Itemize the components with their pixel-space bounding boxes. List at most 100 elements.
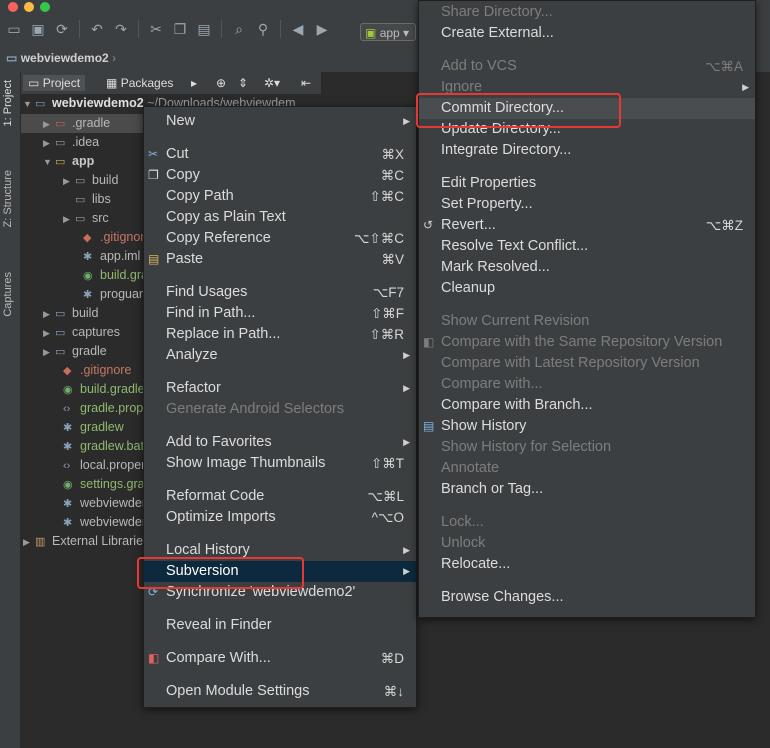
tree-item-build[interactable]: ▶ ▭ build [43,304,98,323]
menu-item-optimize-imports[interactable]: Optimize Imports ^⌥O [144,507,416,528]
tree-item-build-gradle[interactable]: ◉ build.gradle [63,380,145,399]
minimize-window-button[interactable] [24,2,34,12]
submenu-integrate-directory[interactable]: Integrate Directory... [419,140,755,161]
submenu-create-external[interactable]: Create External... [419,23,755,44]
tree-item-external-libraries[interactable]: ▶ ▥ External Libraries [23,532,149,551]
menu-item-refactor[interactable]: Refactor ▶ [144,378,416,399]
scroll-from-source-icon[interactable]: ⊕ [211,75,231,91]
tree-item-app-build[interactable]: ▶ ▭ build [63,171,118,190]
submenu-update-directory[interactable]: Update Directory... [419,119,755,140]
menu-item-local-history[interactable]: Local History ▶ [144,540,416,561]
close-window-button[interactable] [8,2,18,12]
find-icon[interactable]: ⌕ [229,20,249,38]
submenu-revert[interactable]: ↺ Revert... ⌥⌘Z [419,215,755,236]
project-tool-tab[interactable]: 1: Project [2,80,14,126]
paste-icon[interactable]: ▤ [194,20,214,38]
copy-icon[interactable]: ❐ [170,20,190,38]
folder-icon: ▭ [55,346,66,358]
submenu-compare-with-branch[interactable]: Compare with Branch... [419,395,755,416]
tree-item-app-gitignore[interactable]: ◆ .gitignore [83,228,151,247]
tree-item-gradlew[interactable]: ✱ gradlew [63,418,124,437]
menu-item-reformat-code[interactable]: Reformat Code ⌥⌘L [144,486,416,507]
menu-item-label: Add to Favorites [166,434,272,450]
submenu-show-history[interactable]: ▤ Show History [419,416,755,437]
tree-item-gradle[interactable]: ▶ ▭ gradle [43,342,107,361]
menu-item-reveal-in-finder[interactable]: Reveal in Finder [144,615,416,636]
tree-item-app[interactable]: ▼ ▭ app [43,152,94,171]
tree-item-gradlew-bat[interactable]: ✱ gradlew.bat [63,437,144,456]
breadcrumb[interactable]: ▭ webviewdemo2 › [6,51,116,65]
menu-item-shortcut: ⌘V [381,252,404,267]
menu-item-new[interactable]: New ▶ [144,111,416,132]
hide-panel-icon[interactable]: ⇤ [296,75,316,91]
forward-icon[interactable]: ▶ [312,20,332,38]
tree-item-src[interactable]: ▶ ▭ src [63,209,109,228]
submenu-commit-directory[interactable]: Commit Directory... [419,98,755,119]
menu-item-paste[interactable]: ▤ Paste ⌘V [144,249,416,270]
menu-item-shortcut: ⌘C [380,168,404,183]
menu-item-copy-reference[interactable]: Copy Reference ⌥⇧⌘C [144,228,416,249]
menu-item-show-image-thumbnails[interactable]: Show Image Thumbnails ⇧⌘T [144,453,416,474]
tree-item-idea[interactable]: ▶ ▭ .idea [43,133,99,152]
menu-item-find-in-path[interactable]: Find in Path... ⇧⌘F [144,303,416,324]
tree-item-gitignore[interactable]: ◆ .gitignore [63,361,131,380]
menu-item-find-usages[interactable]: Find Usages ⌥F7 [144,282,416,303]
tree-item-label: gradlew [80,420,124,434]
menu-item-analyze[interactable]: Analyze ▶ [144,345,416,366]
collapse-all-icon[interactable]: ⇕ [233,75,253,91]
more-tabs-icon[interactable]: ▸ [186,75,202,91]
menu-item-open-module-settings[interactable]: Open Module Settings ⌘↓ [144,681,416,702]
menu-item-copy-path[interactable]: Copy Path ⇧⌘C [144,186,416,207]
submenu-edit-properties[interactable]: Edit Properties [419,173,755,194]
submenu-mark-resolved[interactable]: Mark Resolved... [419,257,755,278]
back-icon[interactable]: ◀ [288,20,308,38]
menu-item-shortcut: ⌥⌘L [367,489,404,504]
submenu-relocate[interactable]: Relocate... [419,554,755,575]
sync-icon[interactable]: ⟳ [52,20,72,38]
settings-gear-icon[interactable]: ✲▾ [259,75,285,91]
structure-tool-tab[interactable]: Z: Structure [2,170,14,227]
tab-project[interactable]: ▭ Project [23,75,86,91]
submenu-unlock: Unlock [419,533,755,554]
menu-item-copy[interactable]: ❐ Copy ⌘C [144,165,416,186]
submenu-annotate: Annotate [419,458,755,479]
menu-item-copy-plain-text[interactable]: Copy as Plain Text [144,207,416,228]
cut-icon[interactable]: ✂ [146,20,166,38]
menu-item-label: Resolve Text Conflict... [441,238,589,254]
menu-item-synchronize[interactable]: ⟳ Synchronize 'webviewdemo2' [144,582,416,603]
menu-item-label: Compare with the Same Repository Version [441,334,723,350]
menu-item-add-to-favorites[interactable]: Add to Favorites ▶ [144,432,416,453]
submenu-arrow-icon: ▶ [403,566,410,576]
replace-icon[interactable]: ⚲ [253,20,273,38]
menu-item-shortcut: ⇧⌘C [369,189,404,204]
menu-item-compare-with[interactable]: ◧ Compare With... ⌘D [144,648,416,669]
save-icon[interactable]: ▣ [28,20,48,38]
submenu-resolve-text-conflict[interactable]: Resolve Text Conflict... [419,236,755,257]
menu-item-replace-in-path[interactable]: Replace in Path... ⇧⌘R [144,324,416,345]
captures-tool-tab[interactable]: Captures [2,272,14,317]
menu-item-cut[interactable]: ✂ Cut ⌘X [144,144,416,165]
submenu-branch-or-tag[interactable]: Branch or Tag... [419,479,755,500]
menu-item-label: Subversion [166,563,239,579]
submenu-browse-changes[interactable]: Browse Changes... [419,587,755,608]
tree-item-captures[interactable]: ▶ ▭ captures [43,323,120,342]
menu-item-label: Update Directory... [441,121,561,137]
redo-icon[interactable]: ↷ [111,20,131,38]
menu-item-label: Synchronize 'webviewdemo2' [166,584,356,600]
submenu-lock: Lock... [419,512,755,533]
tree-item-gradle-dir[interactable]: ▶ ▭ .gradle [21,114,151,133]
tree-item-label: External Libraries [52,534,150,548]
menu-item-subversion[interactable]: Subversion ▶ [144,561,416,582]
breadcrumb-label: webviewdemo2 [20,51,109,65]
tree-item-libs[interactable]: ▭ libs [75,190,111,209]
open-folder-icon[interactable]: ▭ [4,20,24,38]
run-config-select[interactable]: ▣ app ▾ [360,23,416,41]
folder-icon: ▭ [55,327,66,339]
module-folder-icon: ▭ [35,98,46,110]
undo-icon[interactable]: ↶ [87,20,107,38]
tab-packages[interactable]: ▦ Packages [101,75,178,91]
tree-item-app-iml[interactable]: ✱ app.iml [83,247,140,266]
submenu-cleanup[interactable]: Cleanup [419,278,755,299]
zoom-window-button[interactable] [40,2,50,12]
submenu-set-property[interactable]: Set Property... [419,194,755,215]
